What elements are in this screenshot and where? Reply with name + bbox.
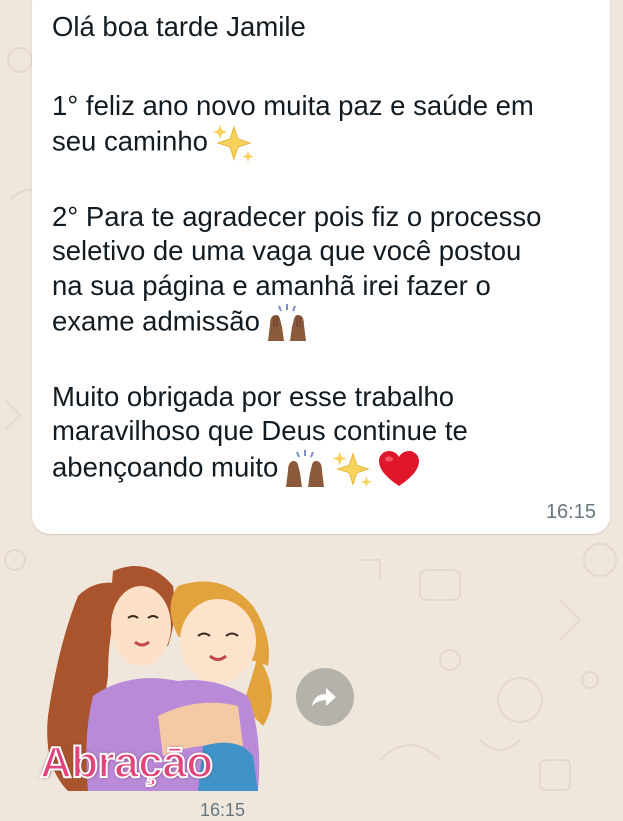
message-line: 2° Para te agradecer pois fiz o processo — [52, 200, 542, 232]
message-greeting: Olá boa tarde Jamile — [52, 11, 306, 42]
message-line: abençoando muito — [52, 450, 279, 482]
red-heart-icon — [379, 450, 420, 486]
sparkles-icon — [333, 451, 373, 487]
message-line: exame admissão — [52, 305, 260, 337]
message-line: na sua página e amanhã irei fazer o — [52, 269, 491, 301]
message-line: seu caminho — [52, 125, 208, 157]
forward-icon — [312, 688, 336, 706]
sticker-caption: Abraçāo — [39, 737, 214, 788]
message-timestamp: 16:15 — [545, 501, 596, 523]
message-line: maravilhoso que Deus continue te — [52, 415, 468, 446]
forward-button[interactable] — [296, 668, 354, 726]
message-bubble[interactable]: Olá boa tarde Jamile 1° feliz ano novo m… — [32, 0, 610, 534]
message-line: Muito obrigada por esse trabalho — [52, 380, 455, 412]
message-line: 1° feliz ano novo muita paz e saúde em — [52, 89, 534, 121]
message-line: seletivo de uma vaga que você postou — [52, 235, 522, 266]
sparkles-icon — [212, 125, 254, 162]
sticker-timestamp: 16:15 — [200, 800, 246, 820]
raised-hands-icon — [286, 449, 325, 487]
raised-hands-icon — [267, 304, 306, 341]
